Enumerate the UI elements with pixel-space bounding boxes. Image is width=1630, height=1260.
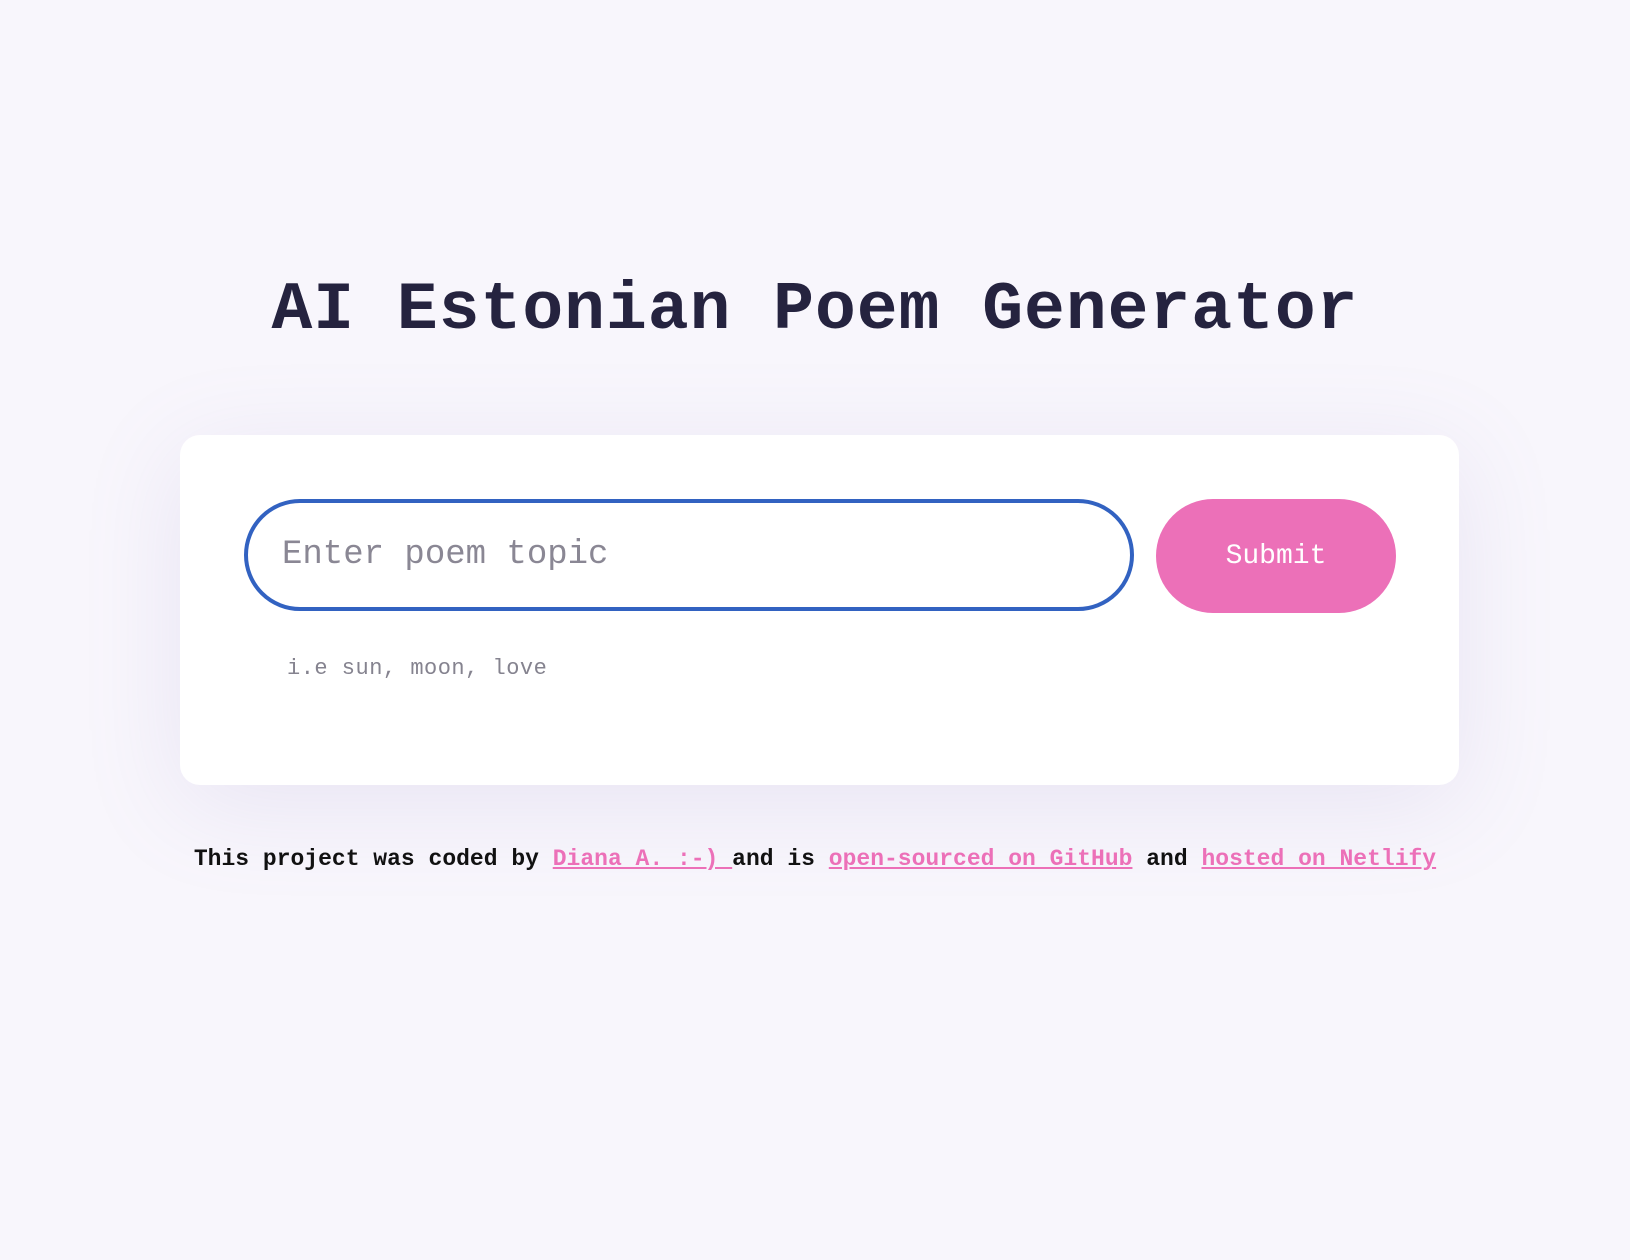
footer-middle: and is (732, 846, 829, 872)
github-link[interactable]: open-sourced on GitHub (829, 846, 1133, 872)
footer-prefix: This project was coded by (193, 846, 553, 872)
footer: This project was coded by Diana A. :-) a… (0, 846, 1630, 872)
page-title: AI Estonian Poem Generator (271, 272, 1359, 349)
submit-button[interactable]: Submit (1156, 499, 1396, 613)
poem-topic-input[interactable] (244, 499, 1134, 611)
netlify-link[interactable]: hosted on Netlify (1201, 846, 1436, 872)
author-link[interactable]: Diana A. :-) (553, 846, 732, 872)
topic-hint: i.e sun, moon, love (287, 656, 548, 681)
poem-form-card: Submit i.e sun, moon, love (180, 435, 1459, 785)
footer-and: and (1132, 846, 1202, 872)
